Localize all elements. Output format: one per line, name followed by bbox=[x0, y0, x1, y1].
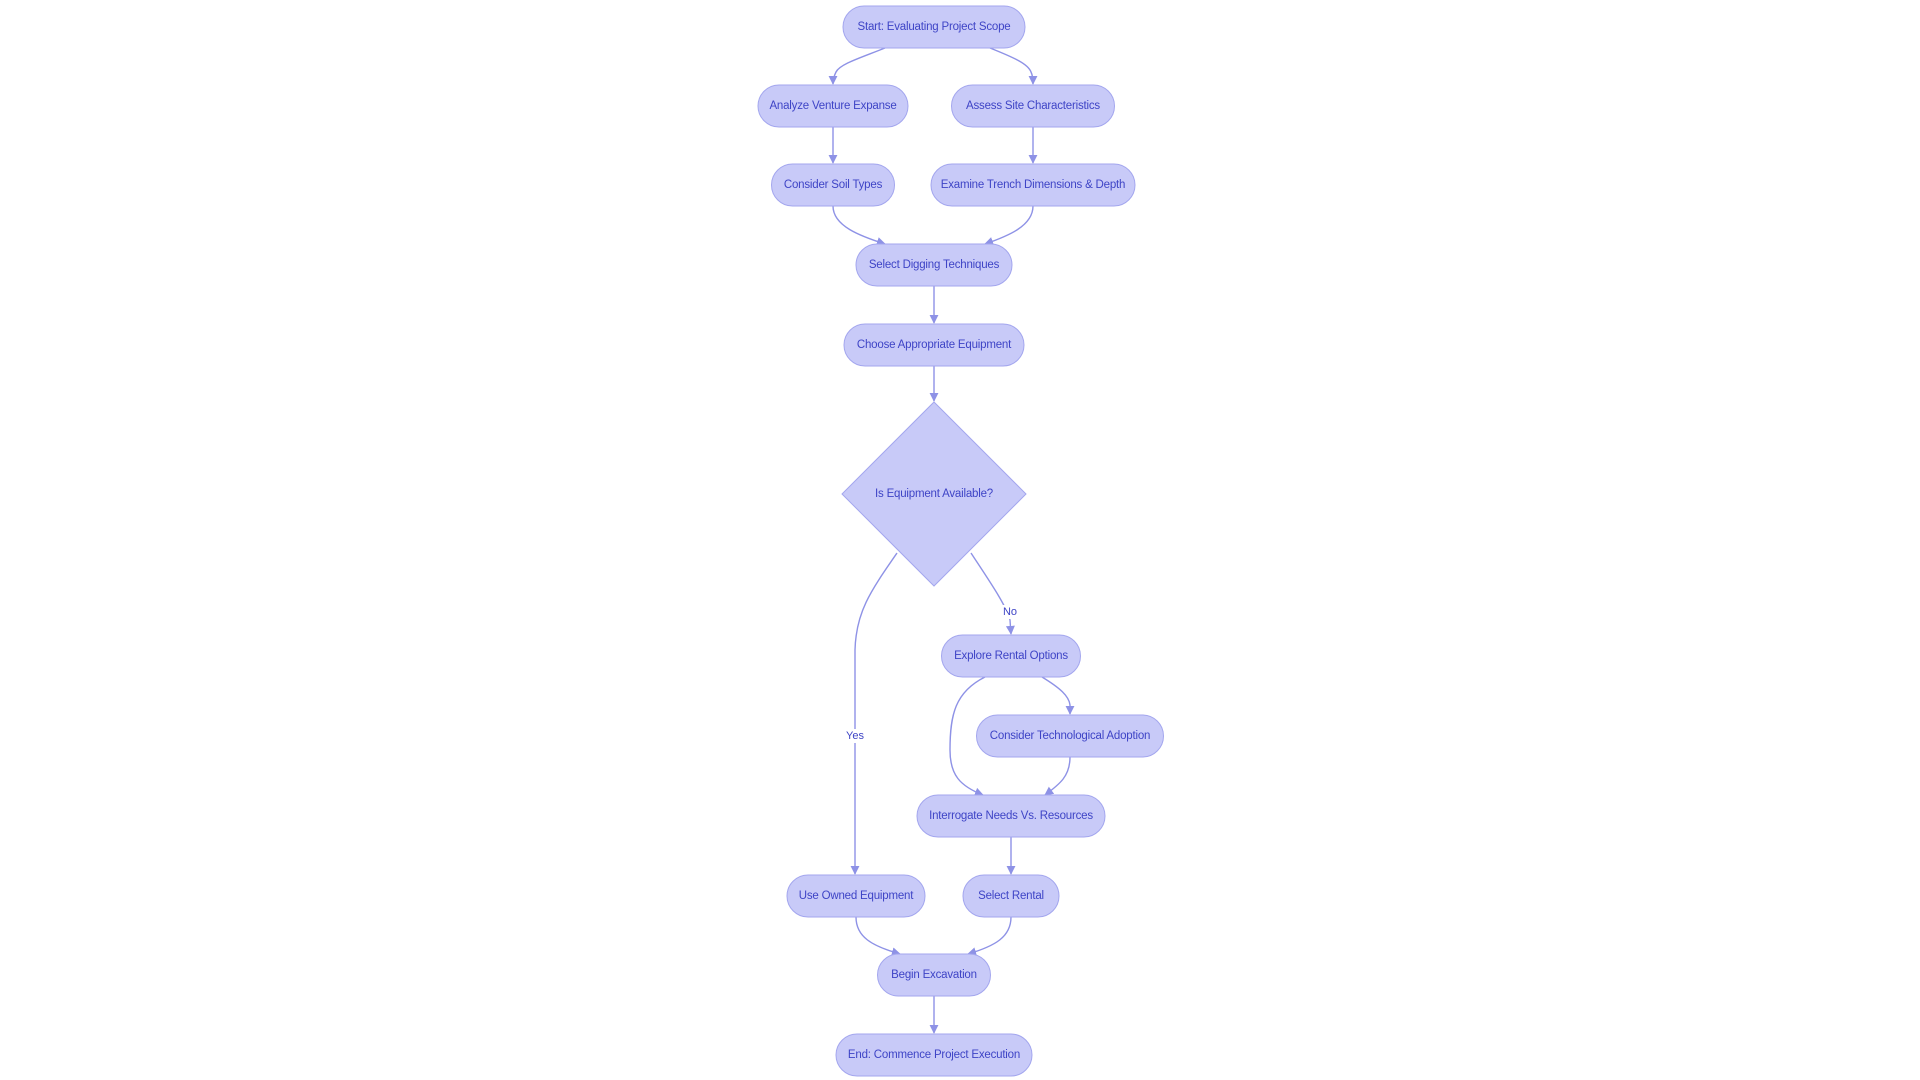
node-available[interactable]: Is Equipment Available? bbox=[841, 401, 1027, 587]
edge-explore-to-tech bbox=[1041, 676, 1075, 715]
nodes-layer: Start: Evaluating Project Scope Analyze V… bbox=[757, 5, 1164, 1077]
edge-trench-to-digging bbox=[984, 205, 1034, 246]
node-digging[interactable]: Select Digging Techniques bbox=[855, 243, 1013, 287]
node-label: Select Rental bbox=[978, 890, 1044, 902]
edge-available-to-owned bbox=[850, 552, 898, 875]
edge-tech-to-interrogate bbox=[1044, 756, 1071, 796]
flowchart-canvas: Start: Evaluating Project Scope Analyze V… bbox=[757, 5, 1164, 1077]
node-label: Examine Trench Dimensions & Depth bbox=[941, 179, 1126, 191]
node-label: End: Commence Project Execution bbox=[848, 1049, 1020, 1061]
node-label: Use Owned Equipment bbox=[799, 890, 914, 902]
edge-start-to-assess bbox=[989, 47, 1038, 85]
node-trench[interactable]: Examine Trench Dimensions & Depth bbox=[930, 163, 1136, 207]
node-soil[interactable]: Consider Soil Types bbox=[771, 163, 895, 207]
node-rental[interactable]: Select Rental bbox=[962, 874, 1060, 918]
edge-label-no: No bbox=[1001, 605, 1019, 619]
node-tech[interactable]: Consider Technological Adoption bbox=[976, 714, 1164, 758]
node-label: Consider Technological Adoption bbox=[990, 730, 1150, 742]
node-label: Choose Appropriate Equipment bbox=[857, 339, 1012, 351]
node-label: Interrogate Needs Vs. Resources bbox=[929, 810, 1093, 822]
node-choose[interactable]: Choose Appropriate Equipment bbox=[843, 323, 1025, 367]
edge-available-to-explore bbox=[970, 552, 1015, 635]
edge-label-text: No bbox=[1003, 606, 1017, 618]
edge-label-yes: Yes bbox=[842, 729, 868, 743]
edge-soil-to-digging bbox=[832, 205, 886, 246]
node-interrogate[interactable]: Interrogate Needs Vs. Resources bbox=[916, 794, 1106, 838]
node-end[interactable]: End: Commence Project Execution bbox=[835, 1033, 1033, 1077]
node-label: Analyze Venture Expanse bbox=[769, 100, 896, 112]
node-label: Assess Site Characteristics bbox=[966, 100, 1100, 112]
edge-owned-to-begin bbox=[855, 916, 901, 957]
edge-label-text: Yes bbox=[846, 730, 864, 742]
node-label: Select Digging Techniques bbox=[869, 259, 1000, 271]
edge-start-to-analyze bbox=[828, 47, 886, 85]
node-label: Consider Soil Types bbox=[784, 179, 883, 191]
node-label: Explore Rental Options bbox=[954, 650, 1068, 662]
node-label: Begin Excavation bbox=[891, 969, 977, 981]
node-label: Start: Evaluating Project Scope bbox=[858, 21, 1011, 33]
node-start[interactable]: Start: Evaluating Project Scope bbox=[842, 5, 1026, 49]
node-assess[interactable]: Assess Site Characteristics bbox=[951, 84, 1115, 128]
edge-rental-to-begin bbox=[967, 916, 1012, 957]
node-explore[interactable]: Explore Rental Options bbox=[941, 634, 1081, 678]
node-analyze[interactable]: Analyze Venture Expanse bbox=[757, 84, 909, 128]
node-label: Is Equipment Available? bbox=[875, 488, 993, 500]
node-begin[interactable]: Begin Excavation bbox=[877, 953, 991, 997]
node-owned[interactable]: Use Owned Equipment bbox=[786, 874, 926, 918]
